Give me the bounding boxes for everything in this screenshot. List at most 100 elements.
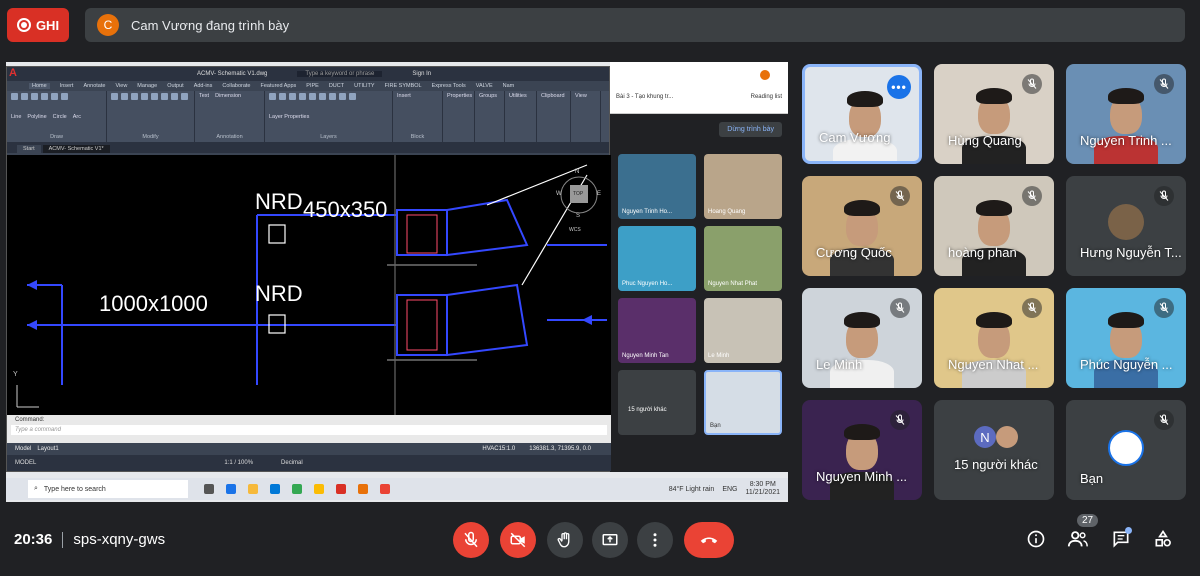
mini-tile: Le Minh <box>704 298 782 363</box>
muted-indicator <box>1154 410 1174 430</box>
mini-tile: Phuc Nguyen Ho... <box>618 226 696 291</box>
people-icon <box>1067 531 1088 547</box>
participant-name: Nguyen Trinh ... <box>1080 133 1172 148</box>
folder-icon <box>248 484 258 494</box>
chat-notification-dot <box>1125 527 1132 534</box>
windows-taskbar: ⌕ Type here to search 84°F Light rain EN… <box>6 478 788 500</box>
mic-off-icon <box>1159 302 1169 313</box>
browser-profile-icon <box>760 70 770 80</box>
more-options-icon[interactable]: ••• <box>887 75 911 99</box>
participant-tile[interactable]: hoàng phan <box>934 176 1054 276</box>
present-button[interactable] <box>592 522 628 558</box>
participant-tile[interactable]: Bạn <box>1066 400 1186 500</box>
presenter-avatar: C <box>97 14 119 36</box>
muted-indicator <box>1154 298 1174 318</box>
mic-off-icon <box>1027 302 1037 313</box>
mic-off-icon <box>1027 78 1037 89</box>
viewcube-wcs: WCS <box>569 227 581 233</box>
presenter-banner: C Cam Vương đang trình bày <box>85 8 1185 42</box>
participant-tile[interactable]: Cam Vương ••• <box>802 64 922 164</box>
search-icon: ⌕ <box>34 485 38 492</box>
browser-window: Bài 3 - Tạo khung tr... Reading list <box>610 62 788 114</box>
mini-meet-window: Dừng trình bày Nguyen Trinh Ho... Hoang … <box>610 114 788 502</box>
participant-tile[interactable]: Hưng Nguyễn T... <box>1066 176 1186 276</box>
mic-off-icon <box>464 531 478 548</box>
participant-tile[interactable]: N 15 người khác <box>934 400 1054 500</box>
recording-button[interactable]: GHI <box>7 8 69 42</box>
participant-tile[interactable]: Nguyen Minh ... <box>802 400 922 500</box>
participant-name: Hùng Quang <box>948 133 1022 148</box>
muted-indicator <box>890 186 910 206</box>
avatar: N <box>974 426 996 448</box>
edge-icon <box>226 484 236 494</box>
meeting-info: 20:36 sps-xqny-gws <box>14 531 165 548</box>
camera-off-icon <box>510 532 526 548</box>
explorer-icon <box>314 484 324 494</box>
autocad-logo-icon: A <box>9 67 17 79</box>
participant-count-badge: 27 <box>1077 514 1099 527</box>
avatar <box>996 426 1018 448</box>
mini-meet-icons: ⓘ 27 ▤ ◈ ⛉ <box>668 500 757 502</box>
muted-indicator <box>1154 74 1174 94</box>
autocad-ribbon: Line Polyline Circle Arc Draw Modify Text Dim… <box>7 91 609 143</box>
viewcube-south: S <box>576 213 581 219</box>
camera-toggle-button[interactable] <box>500 522 536 558</box>
activities-button[interactable] <box>1152 528 1174 550</box>
mic-off-icon <box>1159 414 1169 425</box>
nrd-label-bottom: NRD <box>255 281 303 306</box>
participant-tile[interactable]: Nguyen Nhat ... <box>934 288 1054 388</box>
participant-tile[interactable]: Phúc Nguyễn ... <box>1066 288 1186 388</box>
mini-tile: Nguyen Trinh Ho... <box>618 154 696 219</box>
avatar <box>1108 204 1144 240</box>
duct-size-top: 450x350 <box>303 197 388 222</box>
more-options-button[interactable] <box>637 522 673 558</box>
mini-tile: Nguyen Nhat Phat <box>704 226 782 291</box>
mini-tile: Bạn <box>704 370 782 435</box>
viewcube-west: W <box>556 191 562 197</box>
mini-tile: 15 người khác <box>618 370 696 435</box>
info-icon: ⓘ <box>668 500 677 502</box>
clock: 20:36 <box>14 531 53 548</box>
participant-name: Nguyen Minh ... <box>816 469 908 484</box>
participant-tile[interactable]: Le Minh <box>802 288 922 388</box>
participant-name: 15 người khác <box>954 457 1038 472</box>
autocad-search: Type a keyword or phrase <box>297 71 383 77</box>
participant-tile[interactable]: Cương Quốc <box>802 176 922 276</box>
present-screen-icon <box>602 534 618 546</box>
participants-button[interactable] <box>1067 528 1089 550</box>
mini-tile: Nguyen Minh Tan <box>618 298 696 363</box>
command-input: Type a command <box>11 425 607 435</box>
autocad-status-bar: MODEL 1:1 / 100% Decimal <box>7 455 611 471</box>
more-vert-icon <box>653 533 657 547</box>
mic-off-icon <box>1159 78 1169 89</box>
nrd-label-top: NRD <box>255 189 303 214</box>
autocad-titlebar: ACMV- Schematic V1.dwg Type a keyword or… <box>7 67 609 81</box>
participant-name: Bạn <box>1080 471 1104 486</box>
recording-label: GHI <box>35 17 60 33</box>
participant-tile[interactable]: Nguyen Trinh ... <box>1066 64 1186 164</box>
taskbar-apps <box>204 484 390 494</box>
participant-name: Nguyen Nhat ... <box>948 357 1039 372</box>
chrome-icon <box>292 484 302 494</box>
presenter-banner-text: Cam Vương đang trình bày <box>131 17 290 33</box>
people-icon: 27 <box>689 500 699 502</box>
meeting-control-bar: 20:36 sps-xqny-gws 27 <box>0 506 1200 576</box>
leave-call-button[interactable] <box>684 522 734 558</box>
hand-icon <box>557 532 570 548</box>
viewcube-east: E <box>597 191 602 197</box>
raise-hand-button[interactable] <box>547 522 583 558</box>
layout-tabs: Model Layout1 HVAC15:1.0 136381.3, 71395… <box>7 443 611 455</box>
app-icon <box>358 484 368 494</box>
muted-indicator <box>890 298 910 318</box>
muted-indicator <box>890 410 910 430</box>
meeting-details-button[interactable] <box>1025 528 1047 550</box>
participant-name: hoàng phan <box>948 245 1017 260</box>
system-tray: 84°F Light rain ENG 8:30 PM 11/21/2021 <box>668 481 780 496</box>
mic-off-icon <box>895 414 905 425</box>
reading-list: Reading list <box>750 94 782 100</box>
app-icon <box>380 484 390 494</box>
mic-toggle-button[interactable] <box>453 522 489 558</box>
record-icon <box>16 18 31 32</box>
mic-off-icon <box>1159 190 1169 201</box>
participant-tile[interactable]: Hùng Quang <box>934 64 1054 164</box>
